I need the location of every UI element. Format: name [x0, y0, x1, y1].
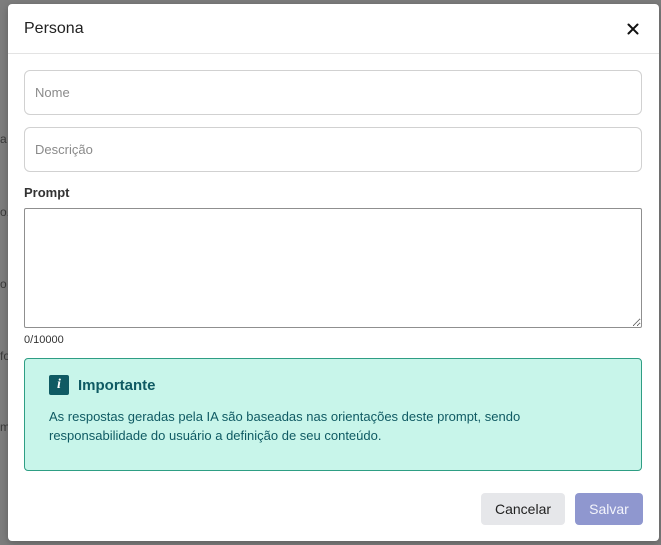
modal-title: Persona	[24, 19, 84, 37]
background-text-fragment: o	[0, 277, 7, 291]
name-input[interactable]	[24, 70, 642, 115]
alert-header: i Importante	[49, 375, 617, 395]
prompt-label: Prompt	[24, 185, 70, 200]
important-alert: i Importante As respostas geradas pela I…	[24, 358, 642, 471]
alert-title: Importante	[78, 376, 156, 394]
close-button[interactable]	[623, 19, 643, 39]
prompt-textarea[interactable]	[24, 208, 642, 328]
close-icon	[627, 23, 639, 34]
background-text-fragment: a	[0, 132, 7, 146]
character-counter: 0/10000	[24, 334, 64, 346]
persona-modal: Persona Prompt 0/10000 i Importante As r…	[8, 4, 659, 541]
cancel-button[interactable]: Cancelar	[481, 493, 565, 525]
info-icon: i	[49, 375, 69, 395]
modal-header: Persona	[8, 4, 659, 54]
save-button[interactable]: Salvar	[575, 493, 643, 525]
modal-body: Prompt 0/10000 i Importante As respostas…	[8, 54, 659, 471]
description-input[interactable]	[24, 127, 642, 172]
modal-footer: Cancelar Salvar	[481, 493, 643, 525]
alert-text: As respostas geradas pela IA são baseada…	[49, 409, 521, 443]
